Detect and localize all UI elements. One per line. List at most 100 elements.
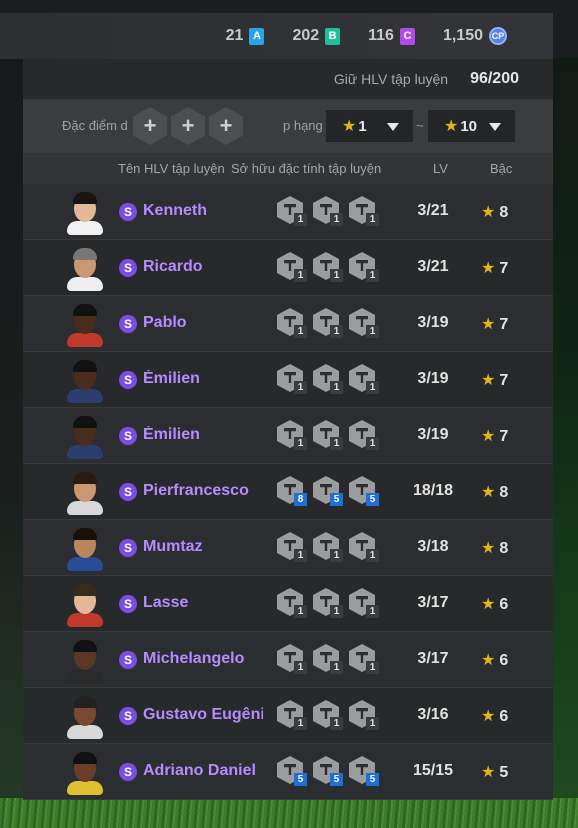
coach-avatar <box>67 751 103 795</box>
trait-icon[interactable]: 1 <box>277 420 307 450</box>
coach-rank: ★ 8 <box>481 538 508 558</box>
trait-icon[interactable]: 5 <box>277 756 307 786</box>
trait-level: 8 <box>294 493 307 506</box>
coach-row[interactable]: S Mumtaz 1 1 1 3/18 ★ 8 <box>23 520 553 576</box>
star-icon: ★ <box>481 596 496 613</box>
coach-row[interactable]: S Pablo 1 1 1 3/19 ★ 7 <box>23 296 553 352</box>
coach-name: Pierfrancesco <box>143 482 249 499</box>
background-left <box>0 58 24 798</box>
currency-c-icon: C <box>399 27 415 45</box>
min-rank-value: 1 <box>358 117 367 135</box>
trait-icon[interactable]: 1 <box>313 420 343 450</box>
star-icon: ★ <box>481 372 496 389</box>
trait-icon[interactable]: 1 <box>313 252 343 282</box>
trait-filter-label: Đặc điểm d <box>62 118 128 133</box>
coach-level: 18/18 <box>412 482 454 499</box>
trait-icon[interactable]: 1 <box>313 196 343 226</box>
trait-icon[interactable]: 5 <box>349 756 379 786</box>
trait-icon[interactable]: 1 <box>277 532 307 562</box>
special-grade-icon: S <box>119 651 137 669</box>
coach-row[interactable]: S Émilien 1 1 1 3/19 ★ 7 <box>23 408 553 464</box>
chevron-down-icon <box>387 123 399 131</box>
coach-level: 3/19 <box>417 426 449 443</box>
trait-icon[interactable]: 1 <box>349 364 379 394</box>
trait-icon[interactable]: 1 <box>349 700 379 730</box>
star-icon: ★ <box>444 118 459 135</box>
coach-avatar <box>67 359 103 403</box>
trait-level: 1 <box>330 605 343 618</box>
trait-level: 1 <box>294 549 307 562</box>
coach-level: 3/18 <box>417 538 449 555</box>
coach-list-panel: Giữ HLV tập luyện 96/200 Đặc điểm d + + … <box>23 59 553 800</box>
star-icon: ★ <box>481 316 496 333</box>
coach-row[interactable]: S Pierfrancesco 8 5 5 18/18 ★ 8 <box>23 464 553 520</box>
trait-icon[interactable]: 1 <box>277 308 307 338</box>
special-grade-icon: S <box>119 763 137 781</box>
trait-icon[interactable]: 1 <box>349 532 379 562</box>
column-name-header[interactable]: Tên HLV tập luyện <box>118 161 225 176</box>
add-trait-filter-button-3[interactable]: + <box>209 107 243 145</box>
coach-rank-value: 7 <box>499 372 509 389</box>
coach-level: 15/15 <box>412 762 454 779</box>
coach-row[interactable]: S Kenneth 1 1 1 3/21 ★ 8 <box>23 184 553 240</box>
trait-icon[interactable]: 1 <box>277 364 307 394</box>
trait-level: 1 <box>366 437 379 450</box>
trait-icon[interactable]: 1 <box>349 308 379 338</box>
trait-icon[interactable]: 1 <box>349 420 379 450</box>
column-lv-header[interactable]: LV <box>433 161 448 176</box>
trait-icon[interactable]: 5 <box>349 476 379 506</box>
trait-icon[interactable]: 1 <box>277 700 307 730</box>
trait-icon[interactable]: 1 <box>313 700 343 730</box>
trait-icon[interactable]: 1 <box>349 644 379 674</box>
trait-icons: 8 5 5 <box>277 476 379 506</box>
trait-level: 1 <box>294 437 307 450</box>
coach-row[interactable]: S Adriano Daniel 5 5 5 15/15 ★ 5 <box>23 744 553 800</box>
trait-icon[interactable]: 1 <box>277 588 307 618</box>
coach-row[interactable]: S Émilien 1 1 1 3/19 ★ 7 <box>23 352 553 408</box>
trait-level: 1 <box>330 381 343 394</box>
coach-rank: ★ 7 <box>481 370 508 390</box>
trait-icons: 1 1 1 <box>277 700 379 730</box>
coach-row[interactable]: S Gustavo Eugênio 1 1 1 3/16 ★ 6 <box>23 688 553 744</box>
coach-name: Émilien <box>143 426 200 443</box>
coach-avatar <box>67 695 103 739</box>
coach-row[interactable]: S Ricardo 1 1 1 3/21 ★ 7 <box>23 240 553 296</box>
currency-c-value: 116 <box>368 27 394 44</box>
special-grade-icon: S <box>119 483 137 501</box>
trait-icon[interactable]: 8 <box>277 476 307 506</box>
trait-level: 1 <box>366 269 379 282</box>
coach-rank: ★ 6 <box>481 594 508 614</box>
trait-icon[interactable]: 5 <box>313 756 343 786</box>
add-trait-filter-button-1[interactable]: + <box>133 107 167 145</box>
trait-icon[interactable]: 1 <box>313 532 343 562</box>
trait-icon[interactable]: 1 <box>313 644 343 674</box>
coach-avatar <box>67 471 103 515</box>
coach-row[interactable]: S Lasse 1 1 1 3/17 ★ 6 <box>23 576 553 632</box>
coach-avatar <box>67 639 103 683</box>
currency-a: 21 A <box>226 27 265 45</box>
trait-icon[interactable]: 1 <box>277 252 307 282</box>
trait-icon[interactable]: 1 <box>277 196 307 226</box>
max-rank-dropdown[interactable]: ★ 10 <box>428 110 515 142</box>
min-rank-dropdown[interactable]: ★ 1 <box>326 110 413 142</box>
trait-icon[interactable]: 1 <box>313 588 343 618</box>
trait-icon[interactable]: 1 <box>349 196 379 226</box>
trait-icon[interactable]: 1 <box>313 308 343 338</box>
currency-c: 116 C <box>368 27 415 45</box>
max-rank-value: 10 <box>460 117 478 135</box>
coach-name: Mumtaz <box>143 538 203 555</box>
coach-row[interactable]: S Michelangelo 1 1 1 3/17 ★ 6 <box>23 632 553 688</box>
trait-icon[interactable]: 1 <box>349 252 379 282</box>
trait-icon[interactable]: 1 <box>349 588 379 618</box>
coach-level: 3/21 <box>417 202 449 219</box>
add-trait-filter-button-2[interactable]: + <box>171 107 205 145</box>
trait-icon[interactable]: 5 <box>313 476 343 506</box>
coach-rank: ★ 7 <box>481 314 508 334</box>
trait-icon[interactable]: 1 <box>313 364 343 394</box>
trait-icon[interactable]: 1 <box>277 644 307 674</box>
column-rank-header[interactable]: Bậc <box>490 161 512 176</box>
currency-cp-value: 1,150 <box>442 27 483 44</box>
holding-row: Giữ HLV tập luyện 96/200 <box>23 59 553 99</box>
holding-count: 96/200 <box>470 70 519 87</box>
coach-rank: ★ 7 <box>481 258 508 278</box>
